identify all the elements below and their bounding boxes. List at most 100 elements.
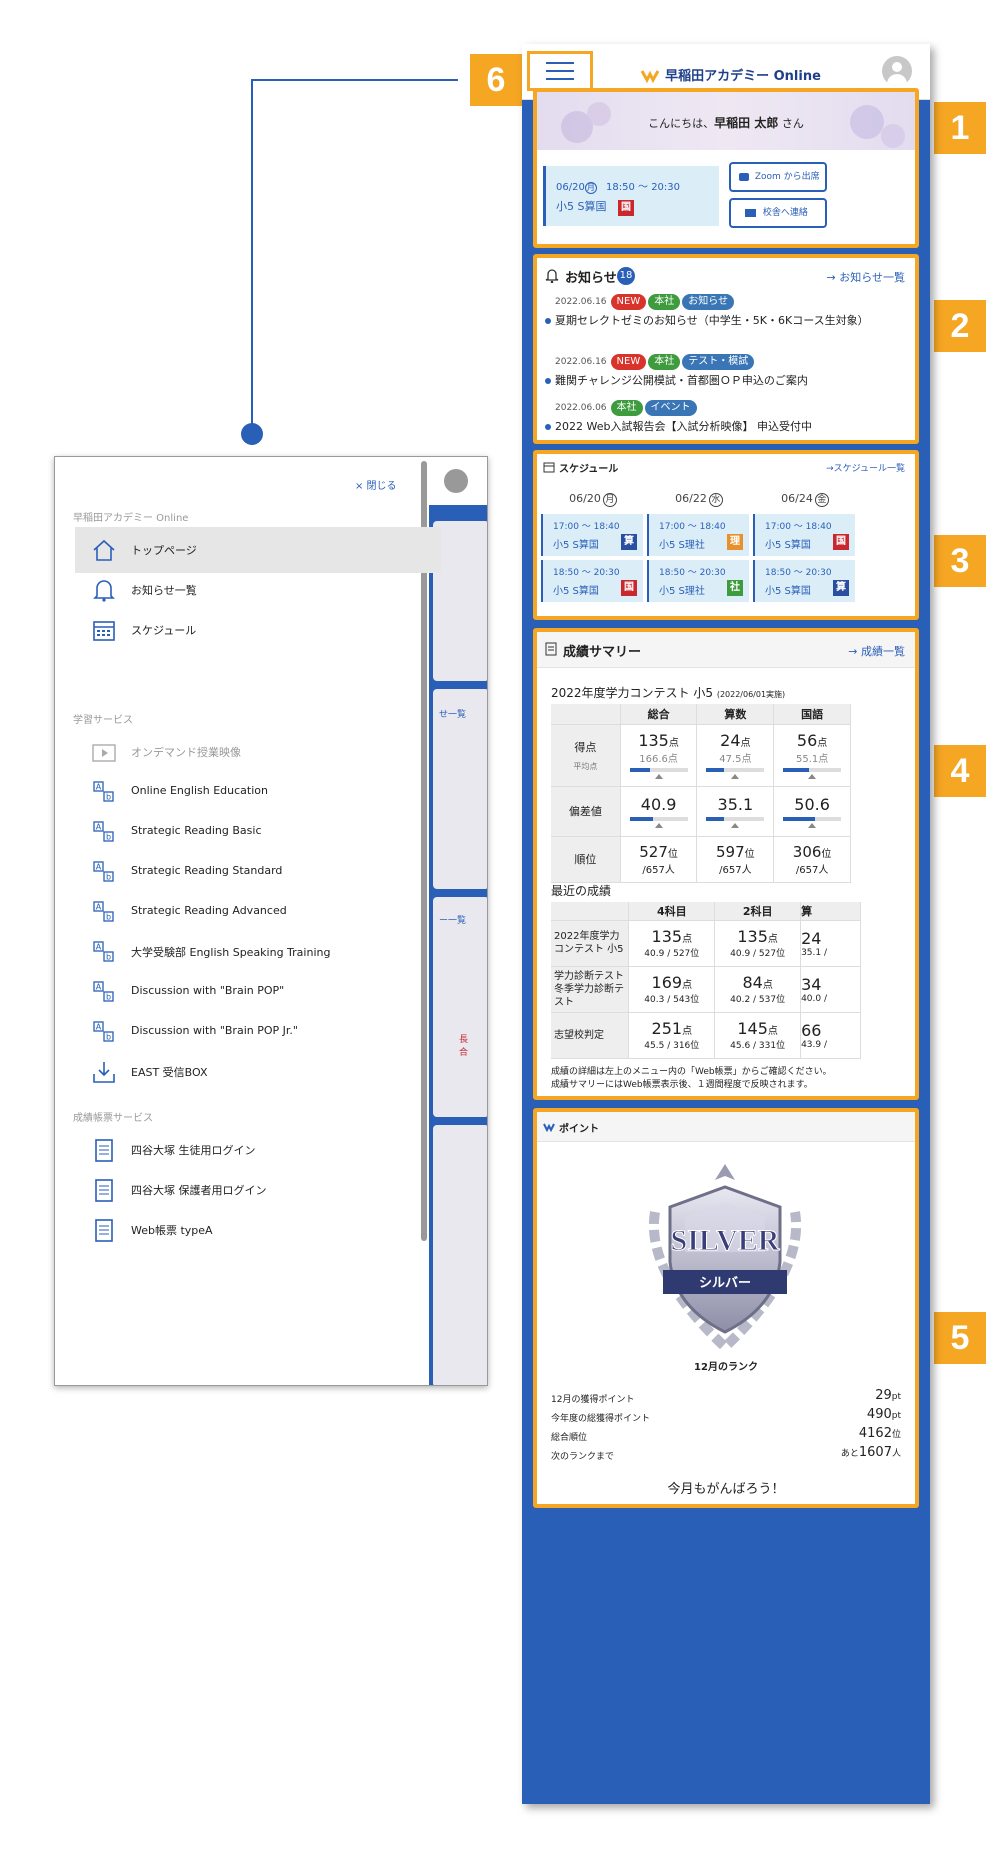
hamburger-menu-button[interactable] — [527, 51, 593, 91]
svg-text:b: b — [106, 1033, 111, 1042]
subject-badge: 理 — [727, 534, 743, 550]
drawer-close-button[interactable]: × 閉じる — [355, 477, 397, 492]
grades-card: 成績サマリー → 成績一覧 2022年度学力コンテスト 小5 (2022/06/… — [533, 628, 919, 1100]
slot-time: 18:50 ～ 20:30 — [553, 568, 620, 578]
svg-text:A: A — [96, 903, 102, 912]
score-bar — [783, 768, 842, 772]
news-tag: お知らせ — [682, 294, 735, 310]
schedule-slot[interactable]: 17:00 ～ 18:40 小5 S算国 国 — [753, 514, 855, 556]
subject-badge: 国 — [617, 200, 634, 216]
schedule-day-header: 06/24 金 — [753, 492, 857, 507]
avatar[interactable] — [882, 56, 912, 86]
schedule-list-link[interactable]: →スケジュール一覧 — [826, 461, 905, 474]
points-label: 総合順位 — [551, 1433, 588, 1443]
drawer-item-label: オンデマンド授業映像 — [131, 746, 241, 759]
news-item[interactable]: 2022.06.16 NEW 本社 テスト・模試 難関チャレンジ公開模試・首都圏ＯＰ申込… — [545, 354, 905, 388]
logo-icon — [640, 69, 660, 83]
drawer-item-label: Strategic Reading Basic — [131, 824, 262, 837]
logo-icon — [543, 1123, 555, 1132]
calendar-icon — [543, 462, 555, 473]
silver-label: SILVER — [671, 1224, 780, 1257]
slot-class: 小5 S算国 — [553, 586, 599, 597]
hydrangea-banner: こんにちは、早稲田 太郎 さん — [537, 92, 915, 150]
points-row: 総合順位 4162位 — [551, 1426, 901, 1444]
average-score: 55.1点 — [795, 754, 829, 765]
average-marker-icon — [654, 822, 663, 828]
grades-list-link[interactable]: → 成績一覧 — [848, 643, 905, 659]
drawer-item-label: Online English Education — [131, 784, 268, 797]
svg-text:A: A — [96, 1023, 102, 1032]
average-marker-icon — [808, 822, 817, 828]
news-tag: NEW — [610, 354, 647, 370]
contest-title: 2022年度学力コンテスト 小5 (2022/06/01実施) — [551, 686, 786, 700]
abc-icon: Ab — [91, 819, 117, 845]
score-cell: 135点 166.6点 — [620, 724, 698, 787]
news-tag: イベント — [644, 400, 697, 416]
news-text: 夏期セレクトゼミのお知らせ（中学生・5K・6Kコース生対象） — [555, 314, 869, 327]
callout-1: 1 — [934, 102, 986, 154]
schedule-card: スケジュール →スケジュール一覧 06/20 月 17:00 ～ 18:40 小5 S… — [533, 450, 919, 620]
news-item[interactable]: 2022.06.06 本社 イベント 2022 Web入試報告会【入試分析映像】 申込… — [545, 400, 905, 434]
backdrop-text: 合 — [459, 1048, 469, 1058]
news-text: 難関チャレンジ公開模試・首都圏ＯＰ申込のご案内 — [555, 374, 808, 387]
schedule-slot[interactable]: 17:00 ～ 18:40 小5 S理社 理 — [647, 514, 749, 556]
calendar-icon — [91, 617, 117, 643]
subject-badge: 社 — [727, 580, 743, 596]
slot-class: 小5 S理社 — [659, 540, 705, 551]
next-class-panel[interactable]: 06/20 月 18:50 ～ 20:30 小5 S算国 国 — [543, 166, 719, 226]
app-logo[interactable]: 早稲田アカデミー Online — [640, 64, 821, 84]
recent-score-cell: 145点 45.6 / 331位 — [714, 1012, 802, 1059]
news-tag: NEW — [610, 294, 647, 310]
points-label: 12月の獲得ポイント — [551, 1395, 635, 1405]
table-row[interactable]: 学力診断テスト 冬季学力診断テスト 169点 40.3 / 543位 84点 40.2 … — [551, 966, 861, 1013]
drawer-item[interactable]: Web帳票 typeA — [75, 1207, 441, 1253]
schedule-slot[interactable]: 18:50 ～ 20:30 小5 S算国 算 — [753, 560, 855, 602]
recent-score-cell: 34 40.0 / — [800, 966, 861, 1013]
score-bar — [629, 768, 688, 772]
svg-text:A: A — [96, 983, 102, 992]
weekday-circle: 金 — [814, 493, 829, 507]
play-icon — [91, 739, 117, 765]
callout-3: 3 — [934, 535, 986, 587]
drawer-item-label: 四谷大塚 保護者用ログイン — [131, 1184, 267, 1197]
drawer-item[interactable]: EAST 受信BOX — [75, 1049, 441, 1095]
subject-badge: 算 — [833, 580, 849, 596]
news-item[interactable]: 2022.06.16 NEW 本社 お知らせ 夏期セレクトゼミのお知らせ（中学生・5K・… — [545, 294, 905, 328]
svg-text:b: b — [106, 793, 111, 802]
contact-school-button[interactable]: 校舎へ連絡 — [729, 198, 827, 228]
abc-icon: Ab — [91, 899, 117, 925]
score-cell: 24点 47.5点 — [696, 724, 775, 787]
points-value: 4162位 — [858, 1426, 901, 1441]
svg-text:b: b — [106, 993, 111, 1002]
bell-icon — [91, 577, 117, 603]
schedule-slot[interactable]: 18:50 ～ 20:30 小5 S算国 国 — [541, 560, 643, 602]
recent-grades-table: 4科目 2科目算 2022年度学力コンテスト 小5 135点 40.9 / 527位 1… — [551, 902, 861, 1059]
callout-4: 4 — [934, 745, 986, 797]
recent-score-cell: 135点 40.9 / 527位 — [714, 920, 802, 967]
news-text: 2022 Web入試報告会【入試分析映像】 申込受付中 — [555, 420, 812, 433]
svg-text:b: b — [106, 833, 111, 842]
schedule-slot[interactable]: 18:50 ～ 20:30 小5 S理社 社 — [647, 560, 749, 602]
class-name: 小5 S算国 — [556, 200, 607, 213]
points-value: 29pt — [875, 1388, 901, 1403]
slot-time: 18:50 ～ 20:30 — [765, 568, 832, 578]
rank-cell: 527位/657人 — [620, 836, 698, 883]
drawer-item[interactable]: スケジュール — [75, 607, 441, 653]
points-row: 次のランクまで あと1607人 — [551, 1445, 901, 1463]
recent-grades-title: 最近の成績 — [551, 884, 612, 898]
document-icon — [545, 642, 557, 656]
deviation-bar — [706, 816, 765, 821]
news-list-link[interactable]: → お知らせ一覧 — [827, 269, 906, 285]
drawer-item-label: スケジュール — [131, 624, 197, 637]
abc-icon: Ab — [91, 979, 117, 1005]
table-row[interactable]: 志望校判定 251点 45.5 / 316位 145点 45.6 / 331位 66 43.… — [551, 1012, 861, 1059]
svg-text:シルバー: シルバー — [699, 1276, 751, 1291]
drawer-item-label: Strategic Reading Advanced — [131, 904, 287, 917]
table-row[interactable]: 2022年度学力コンテスト 小5 135点 40.9 / 527位 135点 40.9 … — [551, 920, 861, 967]
doc-icon — [91, 1137, 117, 1163]
slot-class: 小5 S算国 — [765, 586, 811, 597]
schedule-slot[interactable]: 17:00 ～ 18:40 小5 S算国 算 — [541, 514, 643, 556]
abc-icon: Ab — [91, 859, 117, 885]
zoom-button[interactable]: Zoom から出席 — [729, 162, 827, 192]
test-name: 2022年度学力コンテスト 小5 — [551, 920, 630, 967]
